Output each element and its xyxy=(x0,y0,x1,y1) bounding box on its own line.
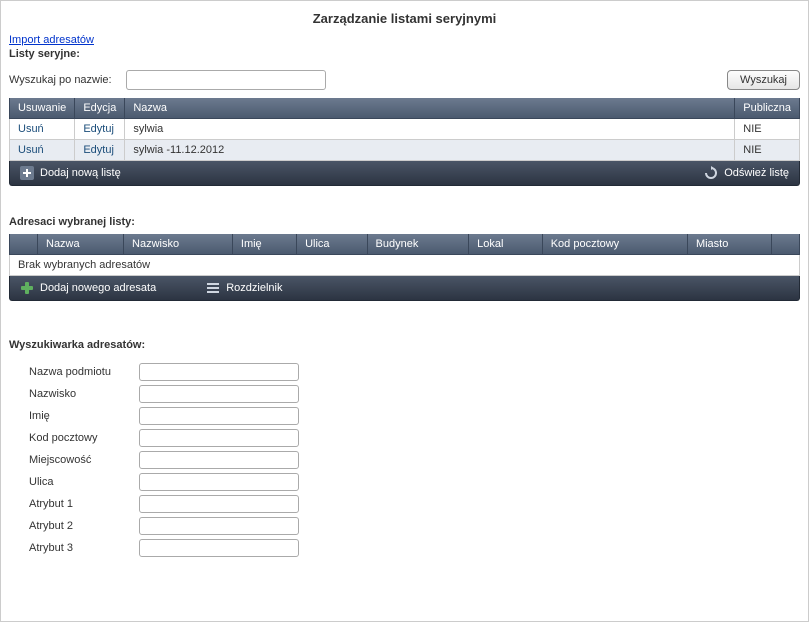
list-icon xyxy=(206,281,220,295)
delete-link[interactable]: Usuń xyxy=(18,123,44,135)
form-label: Nazwa podmiotu xyxy=(29,366,139,378)
finder-input[interactable] xyxy=(139,429,299,447)
recipients-empty: Brak wybranych adresatów xyxy=(10,255,800,276)
form-row: Miejscowość xyxy=(29,451,800,469)
form-row: Ulica xyxy=(29,473,800,491)
finder-input[interactable] xyxy=(139,517,299,535)
finder-form: Nazwa podmiotu Nazwisko Imię Kod pocztowy Mi… xyxy=(1,357,808,557)
form-label: Kod pocztowy xyxy=(29,432,139,444)
refresh-list-button[interactable]: Odśwież listę xyxy=(694,161,799,185)
lists-toolbar: Dodaj nową listę Odśwież listę xyxy=(9,161,800,186)
recip-col: Budynek xyxy=(367,234,469,255)
plus-icon xyxy=(20,166,34,180)
recipients-table: NazwaNazwiskoImięUlicaBudynekLokalKod po… xyxy=(9,234,800,276)
form-label: Nazwisko xyxy=(29,388,139,400)
recip-col: Kod pocztowy xyxy=(542,234,687,255)
form-label: Atrybut 1 xyxy=(29,498,139,510)
add-list-button[interactable]: Dodaj nową listę xyxy=(10,161,131,185)
finder-input[interactable] xyxy=(139,539,299,557)
form-label: Imię xyxy=(29,410,139,422)
refresh-list-label: Odśwież listę xyxy=(724,167,789,179)
distributor-label: Rozdzielnik xyxy=(226,282,282,294)
finder-input[interactable] xyxy=(139,407,299,425)
col-public: Publiczna xyxy=(735,98,800,119)
add-list-label: Dodaj nową listę xyxy=(40,167,121,179)
finder-input[interactable] xyxy=(139,473,299,491)
form-row: Atrybut 2 xyxy=(29,517,800,535)
add-recipient-label: Dodaj nowego adresata xyxy=(40,282,156,294)
list-name-cell: sylwia xyxy=(125,119,735,140)
col-edit: Edycja xyxy=(75,98,125,119)
plus-green-icon xyxy=(20,281,34,295)
form-label: Ulica xyxy=(29,476,139,488)
finder-input[interactable] xyxy=(139,363,299,381)
form-row: Nazwisko xyxy=(29,385,800,403)
recip-col: Imię xyxy=(232,234,296,255)
import-recipients-link[interactable]: Import adresatów xyxy=(9,34,94,46)
recip-col xyxy=(772,234,800,255)
recip-col: Ulica xyxy=(297,234,367,255)
finder-heading: Wyszukiwarka adresatów: xyxy=(1,329,808,357)
recip-col xyxy=(10,234,38,255)
edit-link[interactable]: Edytuj xyxy=(83,144,114,156)
recip-col: Lokal xyxy=(469,234,543,255)
edit-link[interactable]: Edytuj xyxy=(83,123,114,135)
delete-link[interactable]: Usuń xyxy=(18,144,44,156)
form-row: Nazwa podmiotu xyxy=(29,363,800,381)
table-row: Usuń Edytuj sylwiaNIE xyxy=(10,119,800,140)
lists-table: Usuwanie Edycja Nazwa Publiczna Usuń Edyt… xyxy=(9,98,800,161)
finder-input[interactable] xyxy=(139,495,299,513)
list-name-cell: sylwia -11.12.2012 xyxy=(125,140,735,161)
form-row: Atrybut 3 xyxy=(29,539,800,557)
search-label: Wyszukaj po nazwie: xyxy=(9,74,116,86)
lists-heading: Listy seryjne: xyxy=(1,46,808,66)
form-label: Atrybut 3 xyxy=(29,542,139,554)
distributor-button[interactable]: Rozdzielnik xyxy=(196,276,292,300)
page-title: Zarządzanie listami seryjnymi xyxy=(1,1,808,34)
recip-col: Nazwa xyxy=(38,234,124,255)
form-row: Atrybut 1 xyxy=(29,495,800,513)
recip-col: Nazwisko xyxy=(124,234,233,255)
recipients-heading: Adresaci wybranej listy: xyxy=(1,214,808,234)
search-button[interactable]: Wyszukaj xyxy=(727,70,800,90)
recipients-toolbar: Dodaj nowego adresata Rozdzielnik xyxy=(9,276,800,301)
list-public-cell: NIE xyxy=(735,119,800,140)
finder-input[interactable] xyxy=(139,385,299,403)
finder-input[interactable] xyxy=(139,451,299,469)
table-row: Usuń Edytuj sylwia -11.12.2012NIE xyxy=(10,140,800,161)
form-label: Miejscowość xyxy=(29,454,139,466)
search-input[interactable] xyxy=(126,70,326,90)
col-name: Nazwa xyxy=(125,98,735,119)
form-row: Imię xyxy=(29,407,800,425)
form-label: Atrybut 2 xyxy=(29,520,139,532)
list-public-cell: NIE xyxy=(735,140,800,161)
refresh-icon xyxy=(704,166,718,180)
table-row: Brak wybranych adresatów xyxy=(10,255,800,276)
col-delete: Usuwanie xyxy=(10,98,75,119)
add-recipient-button[interactable]: Dodaj nowego adresata xyxy=(10,276,166,300)
form-row: Kod pocztowy xyxy=(29,429,800,447)
recip-col: Miasto xyxy=(687,234,771,255)
